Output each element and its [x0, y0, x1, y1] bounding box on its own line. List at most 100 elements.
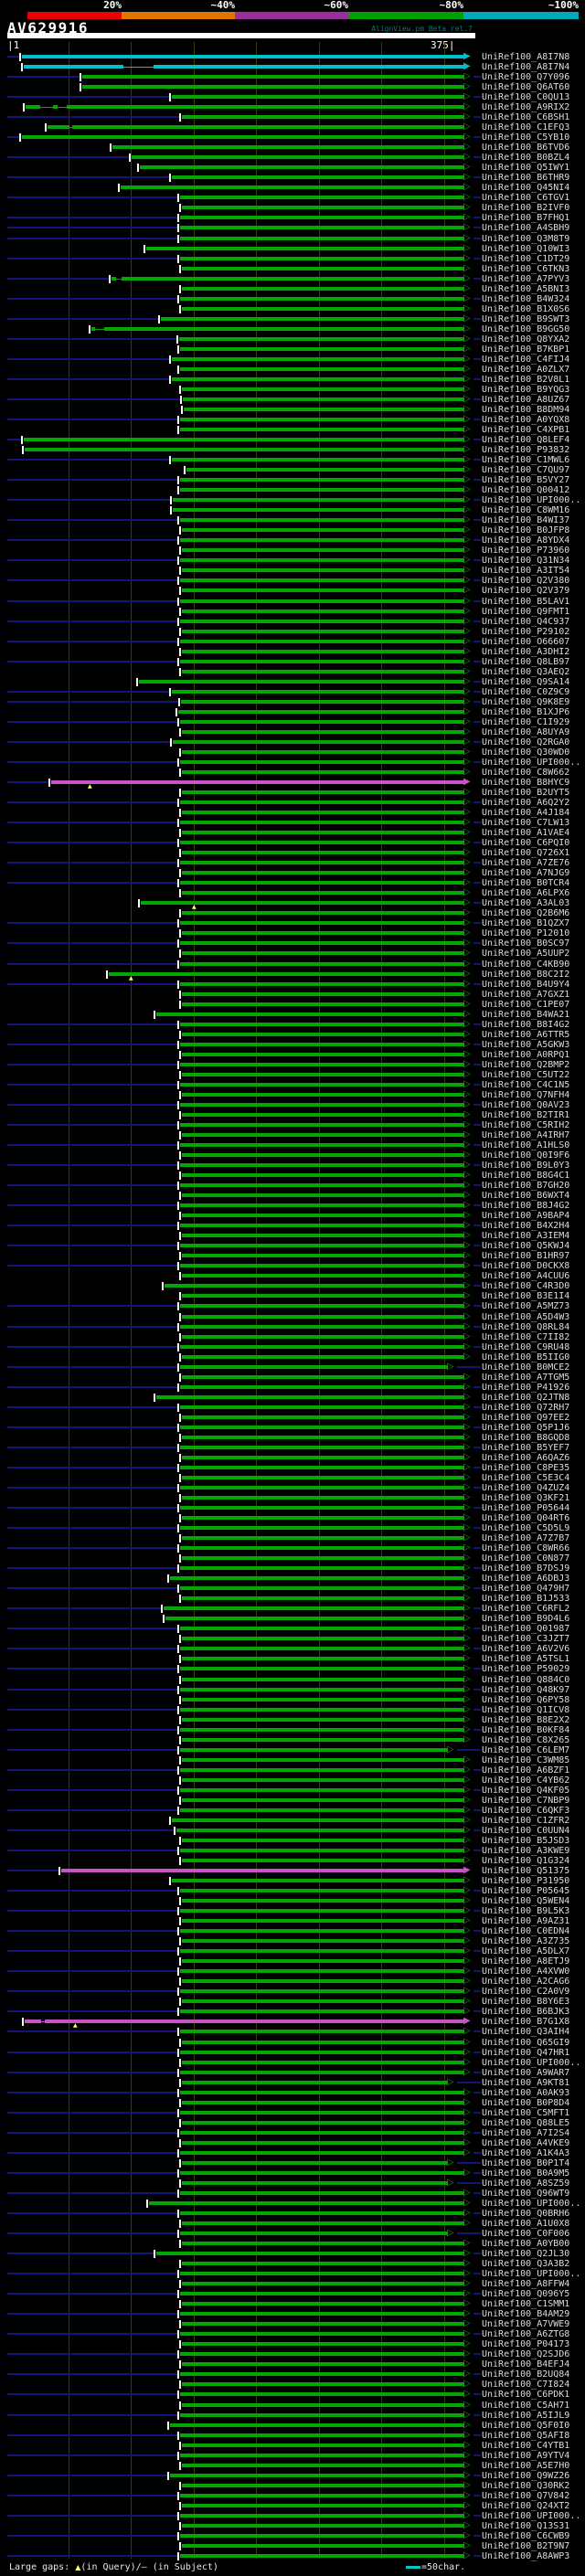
hit-label[interactable]: UniRef100_B5VY27: [482, 475, 569, 485]
hit-label[interactable]: UniRef100_B4U9Y4: [482, 980, 569, 990]
hit-label[interactable]: UniRef100_A7NJG9: [482, 868, 569, 878]
hit-label[interactable]: UniRef100_Q726X1: [482, 848, 569, 858]
hit-label[interactable]: UniRef100_C4YB62: [482, 1776, 569, 1786]
hit-label[interactable]: UniRef100_C7NBP9: [482, 1796, 569, 1806]
hit-label[interactable]: UniRef100_B1HR97: [482, 1251, 569, 1261]
hit-label[interactable]: UniRef100_B6THR9: [482, 173, 569, 183]
hit-label[interactable]: UniRef100_A8ETJ9: [482, 1956, 569, 1966]
hit-label[interactable]: UniRef100_B0MCE2: [482, 1362, 569, 1373]
hit-label[interactable]: UniRef100_A4J184: [482, 808, 569, 818]
hit-label[interactable]: UniRef100_A8UZ67: [482, 395, 569, 405]
hit-label[interactable]: UniRef100_A4VKE9: [482, 2138, 569, 2148]
hit-label[interactable]: UniRef100_B4WA21: [482, 1010, 569, 1020]
hit-label[interactable]: UniRef100_B4AM29: [482, 2309, 569, 2319]
hit-label[interactable]: UniRef100_C0N877: [482, 1553, 569, 1564]
hit-label[interactable]: UniRef100_C5UT22: [482, 1070, 569, 1080]
hit-label[interactable]: UniRef100_A9YTV4: [482, 2451, 569, 2461]
hit-label[interactable]: UniRef100_A3DHI2: [482, 647, 569, 657]
hit-label[interactable]: UniRef100_C5AH71: [482, 2401, 569, 2411]
hit-label[interactable]: UniRef100_Q5P1J6: [482, 1423, 569, 1433]
hit-label[interactable]: UniRef100_A4IRH7: [482, 1130, 569, 1140]
hit-label[interactable]: UniRef100_UPI000..: [482, 758, 580, 768]
hit-label[interactable]: UniRef100_B7G1X8: [482, 2017, 569, 2027]
hit-label[interactable]: UniRef100_Q9SA14: [482, 677, 569, 687]
hit-label[interactable]: UniRef100_C9RU48: [482, 1342, 569, 1352]
hit-label[interactable]: UniRef100_Q4ZUZ4: [482, 1483, 569, 1493]
hit-label[interactable]: UniRef100_Q5WEN4: [482, 1896, 569, 1906]
hit-label[interactable]: UniRef100_A6TTR5: [482, 1030, 569, 1040]
hit-label[interactable]: UniRef100_A0AK93: [482, 2088, 569, 2098]
hit-label[interactable]: UniRef100_Q9K8E9: [482, 697, 569, 707]
hit-label[interactable]: UniRef100_B7KBP1: [482, 345, 569, 355]
hit-label[interactable]: UniRef100_B1J533: [482, 1594, 569, 1604]
hit-label[interactable]: UniRef100_Q6AT60: [482, 82, 569, 92]
hit-label[interactable]: UniRef100_C4FIJ4: [482, 355, 569, 365]
hit-label[interactable]: UniRef100_B0A9M5: [482, 2168, 569, 2178]
hit-label[interactable]: UniRef100_C5RIH2: [482, 1120, 569, 1130]
hit-label[interactable]: UniRef100_Q4C937: [482, 617, 569, 627]
hit-label[interactable]: UniRef100_Q88LE5: [482, 2118, 569, 2128]
hit-label[interactable]: UniRef100_Q096Y5: [482, 2289, 569, 2299]
hit-label[interactable]: UniRef100_C1EFQ3: [482, 122, 569, 133]
hit-label[interactable]: UniRef100_A8I7N4: [482, 62, 569, 72]
hit-label[interactable]: UniRef100_Q24XT2: [482, 2501, 569, 2511]
hit-label[interactable]: UniRef100_C8X265: [482, 1735, 569, 1745]
hit-label[interactable]: UniRef100_B7FHQ1: [482, 213, 569, 223]
hit-label[interactable]: UniRef100_A0ZLX7: [482, 365, 569, 375]
hit-label[interactable]: UniRef100_B6WXT4: [482, 1191, 569, 1201]
hit-label[interactable]: UniRef100_A5D4W3: [482, 1312, 569, 1322]
hit-label[interactable]: UniRef100_B8HYC9: [482, 778, 569, 788]
hit-label[interactable]: UniRef100_A6V2V6: [482, 1644, 569, 1654]
hit-label[interactable]: UniRef100_B0JFP8: [482, 525, 569, 535]
hit-label[interactable]: UniRef100_B4X2H4: [482, 1221, 569, 1231]
hit-label[interactable]: UniRef100_B5YEF7: [482, 1443, 569, 1453]
hit-label[interactable]: UniRef100_C4C1N5: [482, 1080, 569, 1090]
hit-label[interactable]: UniRef100_Q5AFI8: [482, 2431, 569, 2441]
hit-label[interactable]: UniRef100_Q1ICV8: [482, 1705, 569, 1715]
hit-label[interactable]: UniRef100_Q65GI9: [482, 2038, 569, 2048]
hit-label[interactable]: UniRef100_Q47HR1: [482, 2048, 569, 2058]
hit-label[interactable]: UniRef100_C7I824: [482, 2380, 569, 2390]
hit-label[interactable]: UniRef100_A9AZ31: [482, 1916, 569, 1926]
hit-label[interactable]: UniRef100_B8I4G2: [482, 1020, 569, 1030]
hit-label[interactable]: UniRef100_Q8RL84: [482, 1322, 569, 1332]
hit-label[interactable]: UniRef100_B1QZX7: [482, 918, 569, 928]
hit-label[interactable]: UniRef100_B7GH20: [482, 1181, 569, 1191]
hit-label[interactable]: UniRef100_A6QAZ6: [482, 1453, 569, 1463]
hit-label[interactable]: UniRef100_A3IEM4: [482, 1231, 569, 1241]
hit-label[interactable]: UniRef100_B2V8L1: [482, 375, 569, 385]
hit-label[interactable]: UniRef100_P05644: [482, 1503, 569, 1513]
hit-label[interactable]: UniRef100_C3WM85: [482, 1755, 569, 1765]
hit-label[interactable]: UniRef100_Q5IWY1: [482, 163, 569, 173]
hit-label[interactable]: UniRef100_Q31N34: [482, 556, 569, 566]
hit-label[interactable]: UniRef100_Q2RGA0: [482, 737, 569, 747]
hit-label[interactable]: UniRef100_C6BSH1: [482, 112, 569, 122]
hit-label[interactable]: UniRef100_Q72RH7: [482, 1403, 569, 1413]
hit-label[interactable]: UniRef100_B1XJP6: [482, 707, 569, 717]
hit-label[interactable]: UniRef100_Q9WZ26: [482, 2471, 569, 2481]
hit-label[interactable]: UniRef100_A7I2S4: [482, 2128, 569, 2138]
hit-label[interactable]: UniRef100_Q0BRH6: [482, 2209, 569, 2219]
hit-label[interactable]: UniRef100_B0P8D4: [482, 2098, 569, 2108]
hit-label[interactable]: UniRef100_C6LEM7: [482, 1745, 569, 1755]
hit-label[interactable]: UniRef100_C1PE07: [482, 1000, 569, 1010]
hit-label[interactable]: UniRef100_Q0I9F6: [482, 1150, 569, 1161]
hit-label[interactable]: UniRef100_A5UUP2: [482, 949, 569, 959]
hit-label[interactable]: UniRef100_B9L5K3: [482, 1906, 569, 1916]
hit-label[interactable]: UniRef100_Q3M8T9: [482, 234, 569, 244]
hit-label[interactable]: UniRef100_A5BNI3: [482, 284, 569, 294]
hit-label[interactable]: UniRef100_P59029: [482, 1664, 569, 1674]
hit-label[interactable]: UniRef100_B0BZL4: [482, 153, 569, 163]
hit-label[interactable]: UniRef100_A3IT54: [482, 566, 569, 576]
hit-label[interactable]: UniRef100_A5IJL9: [482, 2411, 569, 2421]
hit-label[interactable]: UniRef100_C6RFL2: [482, 1604, 569, 1614]
hit-label[interactable]: UniRef100_C7QU97: [482, 465, 569, 475]
hit-label[interactable]: UniRef100_A1U0X8: [482, 2219, 569, 2229]
hit-label[interactable]: UniRef100_A7ZE76: [482, 858, 569, 868]
hit-label[interactable]: UniRef100_A5E7H0: [482, 2461, 569, 2471]
hit-label[interactable]: UniRef100_C8PE35: [482, 1463, 569, 1473]
hit-label[interactable]: UniRef100_Q9FMT1: [482, 607, 569, 617]
hit-label[interactable]: UniRef100_Q3AIH4: [482, 2027, 569, 2037]
hit-label[interactable]: UniRef100_C1DT29: [482, 254, 569, 264]
hit-label[interactable]: UniRef100_C6PDK1: [482, 2390, 569, 2400]
